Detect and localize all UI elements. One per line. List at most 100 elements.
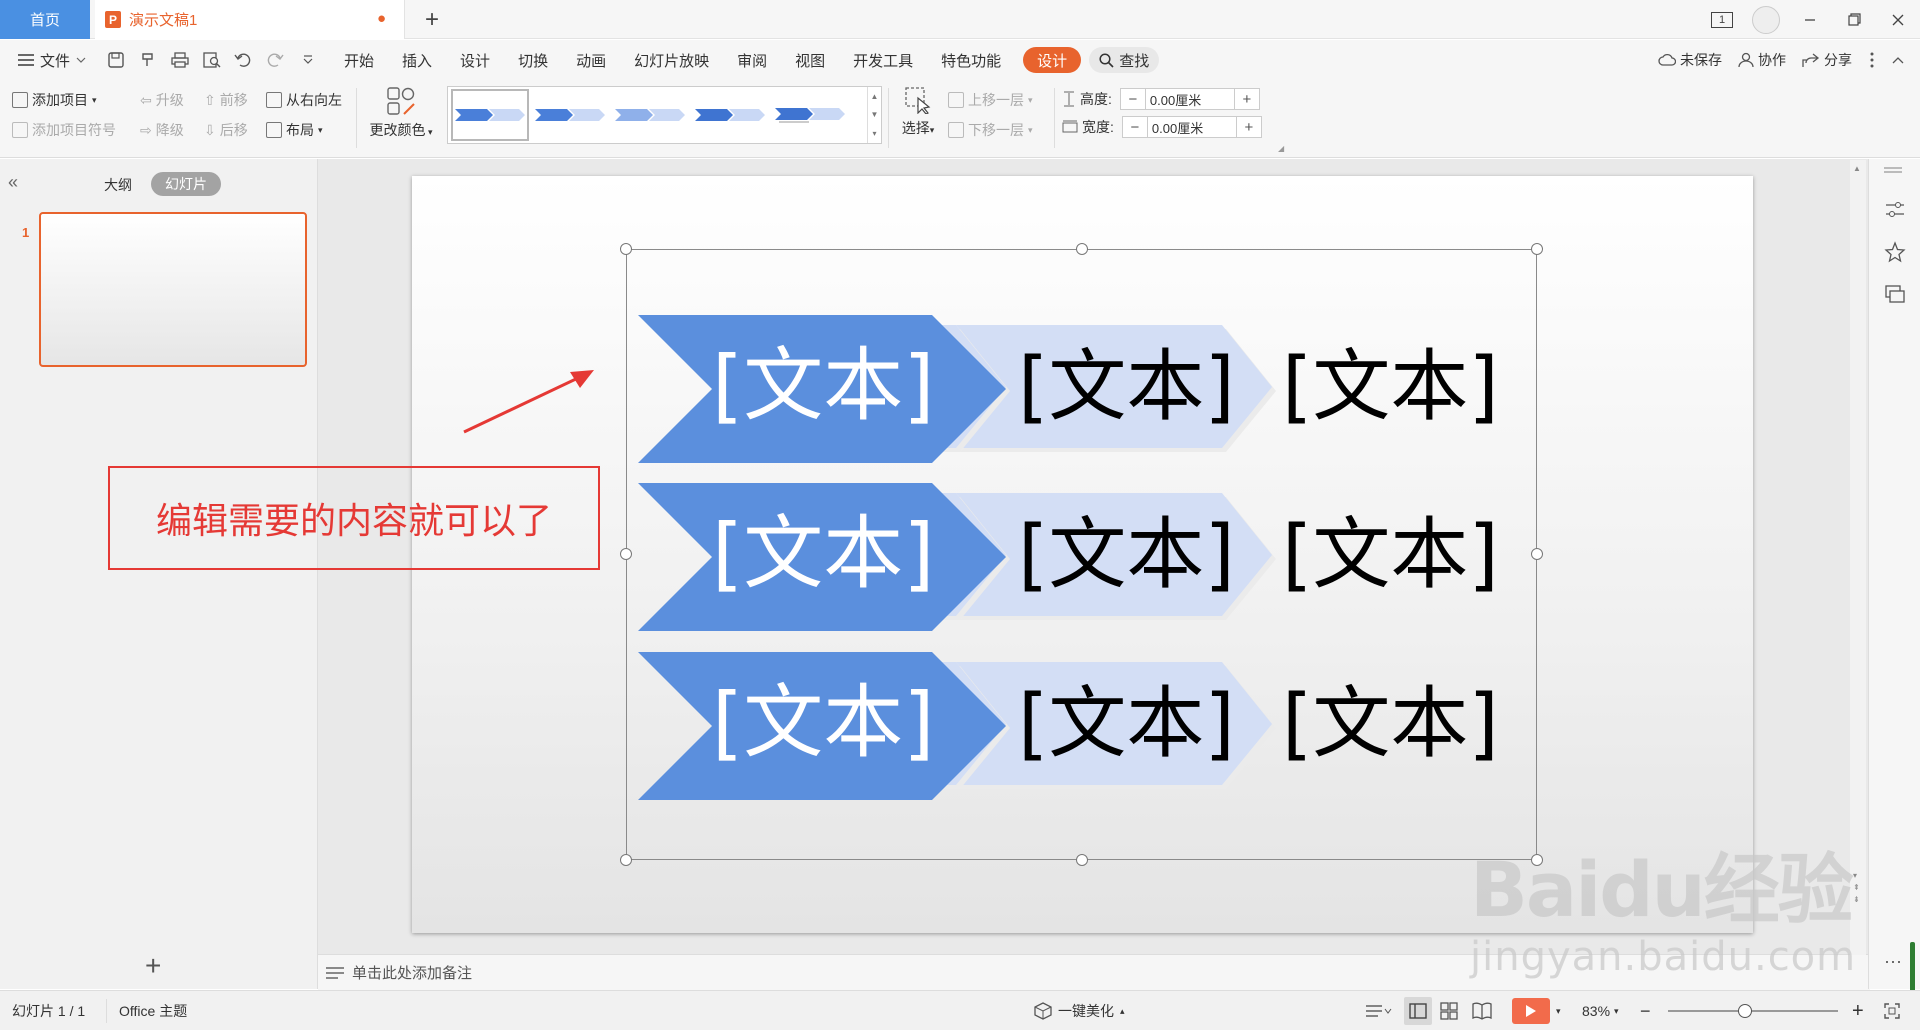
notes-toggle-icon[interactable]: [1366, 991, 1392, 1030]
collaborate-button[interactable]: 协作: [1730, 50, 1794, 70]
annotation-arrow: [463, 370, 594, 434]
resize-handle[interactable]: [620, 854, 632, 866]
gallery-scroll[interactable]: ▲ ▼ ▾: [867, 87, 881, 143]
tab-special-features[interactable]: 特色功能: [927, 40, 1015, 80]
share-icon: [1802, 53, 1820, 67]
tab-transition[interactable]: 切换: [504, 40, 562, 80]
minimize-button[interactable]: [1788, 0, 1832, 39]
gallery-style-3[interactable]: [611, 89, 689, 141]
slide-thumbnail[interactable]: [39, 212, 307, 367]
zoom-slider[interactable]: [1668, 991, 1838, 1030]
tab-design[interactable]: 设计: [446, 40, 504, 80]
normal-view-button[interactable]: [1404, 997, 1432, 1025]
window-switch-button[interactable]: 1: [1700, 0, 1744, 39]
collapse-panel-icon[interactable]: «: [8, 172, 18, 193]
tab-slides[interactable]: 幻灯片: [151, 172, 221, 196]
gallery-style-2[interactable]: [531, 89, 609, 141]
resize-handle[interactable]: [1531, 548, 1543, 560]
zoom-knob[interactable]: [1737, 1004, 1752, 1018]
account-button[interactable]: [1744, 0, 1788, 39]
tab-start[interactable]: 开始: [330, 40, 388, 80]
customize-toolbar-icon[interactable]: [298, 50, 318, 70]
height-decrease-button[interactable]: −: [1121, 91, 1145, 108]
right-to-left-button[interactable]: 从右向左: [266, 88, 342, 112]
add-item-button[interactable]: 添加项目 ▾: [12, 88, 97, 112]
tab-developer[interactable]: 开发工具: [839, 40, 927, 80]
drag-handle-icon[interactable]: [1884, 167, 1902, 173]
undo-icon[interactable]: [234, 50, 254, 70]
move-back-button[interactable]: ⇩ 后移: [204, 118, 248, 142]
size-dialog-launcher[interactable]: ◢: [1278, 144, 1284, 153]
change-color-button[interactable]: 更改颜色 ▾: [362, 86, 440, 146]
tab-review[interactable]: 审阅: [723, 40, 781, 80]
more-menu-button[interactable]: [1860, 52, 1884, 68]
slide-switch-icon[interactable]: [1884, 283, 1906, 305]
new-tab-button[interactable]: +: [418, 6, 446, 34]
demote-button[interactable]: ⇨ 降级: [140, 118, 184, 142]
send-backward-button[interactable]: 下移一层 ▾: [948, 118, 1033, 142]
tab-animation[interactable]: 动画: [562, 40, 620, 80]
beautify-button[interactable]: 一键美化 ▴: [1034, 991, 1125, 1030]
theme-name[interactable]: Office 主题: [106, 999, 187, 1023]
zoom-in-button[interactable]: +: [1852, 991, 1864, 1030]
scroll-down-icon: ▼: [870, 110, 879, 120]
cloud-icon: [1658, 53, 1676, 66]
redo-icon[interactable]: [266, 50, 286, 70]
promote-button[interactable]: ⇦ 升级: [140, 88, 184, 112]
tab-smartart-design[interactable]: 设计: [1023, 47, 1082, 73]
cube-icon: [1034, 1002, 1052, 1020]
gallery-items: [448, 87, 881, 143]
settings-sliders-icon[interactable]: [1884, 199, 1906, 221]
tab-insert[interactable]: 插入: [388, 40, 446, 80]
select-button[interactable]: 选择▾: [896, 86, 940, 146]
close-button[interactable]: [1876, 0, 1920, 39]
unsaved-button[interactable]: 未保存: [1650, 50, 1730, 70]
zoom-out-button[interactable]: −: [1640, 991, 1651, 1030]
share-button[interactable]: 分享: [1794, 50, 1860, 70]
resize-handle[interactable]: [1076, 854, 1088, 866]
arrow-left-icon: ⇦: [140, 91, 152, 108]
tab-slideshow[interactable]: 幻灯片放映: [620, 40, 723, 80]
chevron-up-icon: [1892, 57, 1904, 64]
search-button[interactable]: 查找: [1089, 47, 1160, 73]
more-horizontal-icon[interactable]: ···: [1884, 952, 1906, 979]
tab-outline[interactable]: 大纲: [104, 175, 132, 195]
format-painter-icon[interactable]: [138, 50, 158, 70]
add-bullet-button[interactable]: 添加项目符号: [12, 118, 116, 142]
resize-handle[interactable]: [1531, 243, 1543, 255]
tab-home[interactable]: 首页: [0, 0, 90, 39]
layout-button[interactable]: 布局 ▾: [266, 118, 323, 142]
height-increase-button[interactable]: +: [1235, 91, 1259, 108]
save-icon[interactable]: [106, 50, 126, 70]
tab-view[interactable]: 视图: [781, 40, 839, 80]
print-icon[interactable]: [170, 50, 190, 70]
move-forward-button[interactable]: ⇧ 前移: [204, 88, 248, 112]
width-decrease-button[interactable]: −: [1123, 119, 1147, 136]
zoom-level[interactable]: 83% ▾: [1582, 991, 1619, 1030]
gallery-style-1[interactable]: [451, 89, 529, 141]
height-input[interactable]: 0.00厘米: [1144, 89, 1235, 109]
gallery-style-4[interactable]: [691, 89, 769, 141]
width-increase-button[interactable]: +: [1237, 119, 1261, 136]
gallery-style-5[interactable]: [771, 89, 849, 141]
tab-document[interactable]: P 演示文稿1 ●: [95, 0, 405, 39]
fit-window-button[interactable]: [1884, 991, 1900, 1030]
width-stepper[interactable]: − 0.00厘米 +: [1121, 116, 1262, 138]
star-icon[interactable]: [1884, 241, 1906, 263]
sorter-view-button[interactable]: [1440, 991, 1458, 1030]
collapse-ribbon-button[interactable]: [1884, 56, 1920, 64]
play-slideshow-button[interactable]: ▾: [1512, 991, 1561, 1030]
bring-forward-button[interactable]: 上移一层 ▾: [948, 88, 1033, 112]
width-input[interactable]: 0.00厘米: [1146, 117, 1237, 137]
resize-handle[interactable]: [620, 548, 632, 560]
reading-view-button[interactable]: [1472, 991, 1492, 1030]
resize-handle[interactable]: [620, 243, 632, 255]
arrow-up-icon: ⇧: [204, 91, 216, 108]
height-stepper[interactable]: − 0.00厘米 +: [1119, 88, 1260, 110]
restore-button[interactable]: [1832, 0, 1876, 39]
scroll-up-icon[interactable]: ▲: [1853, 164, 1863, 174]
add-slide-button[interactable]: +: [145, 950, 161, 982]
resize-handle[interactable]: [1076, 243, 1088, 255]
file-menu[interactable]: 文件: [0, 40, 100, 80]
print-preview-icon[interactable]: [202, 50, 222, 70]
